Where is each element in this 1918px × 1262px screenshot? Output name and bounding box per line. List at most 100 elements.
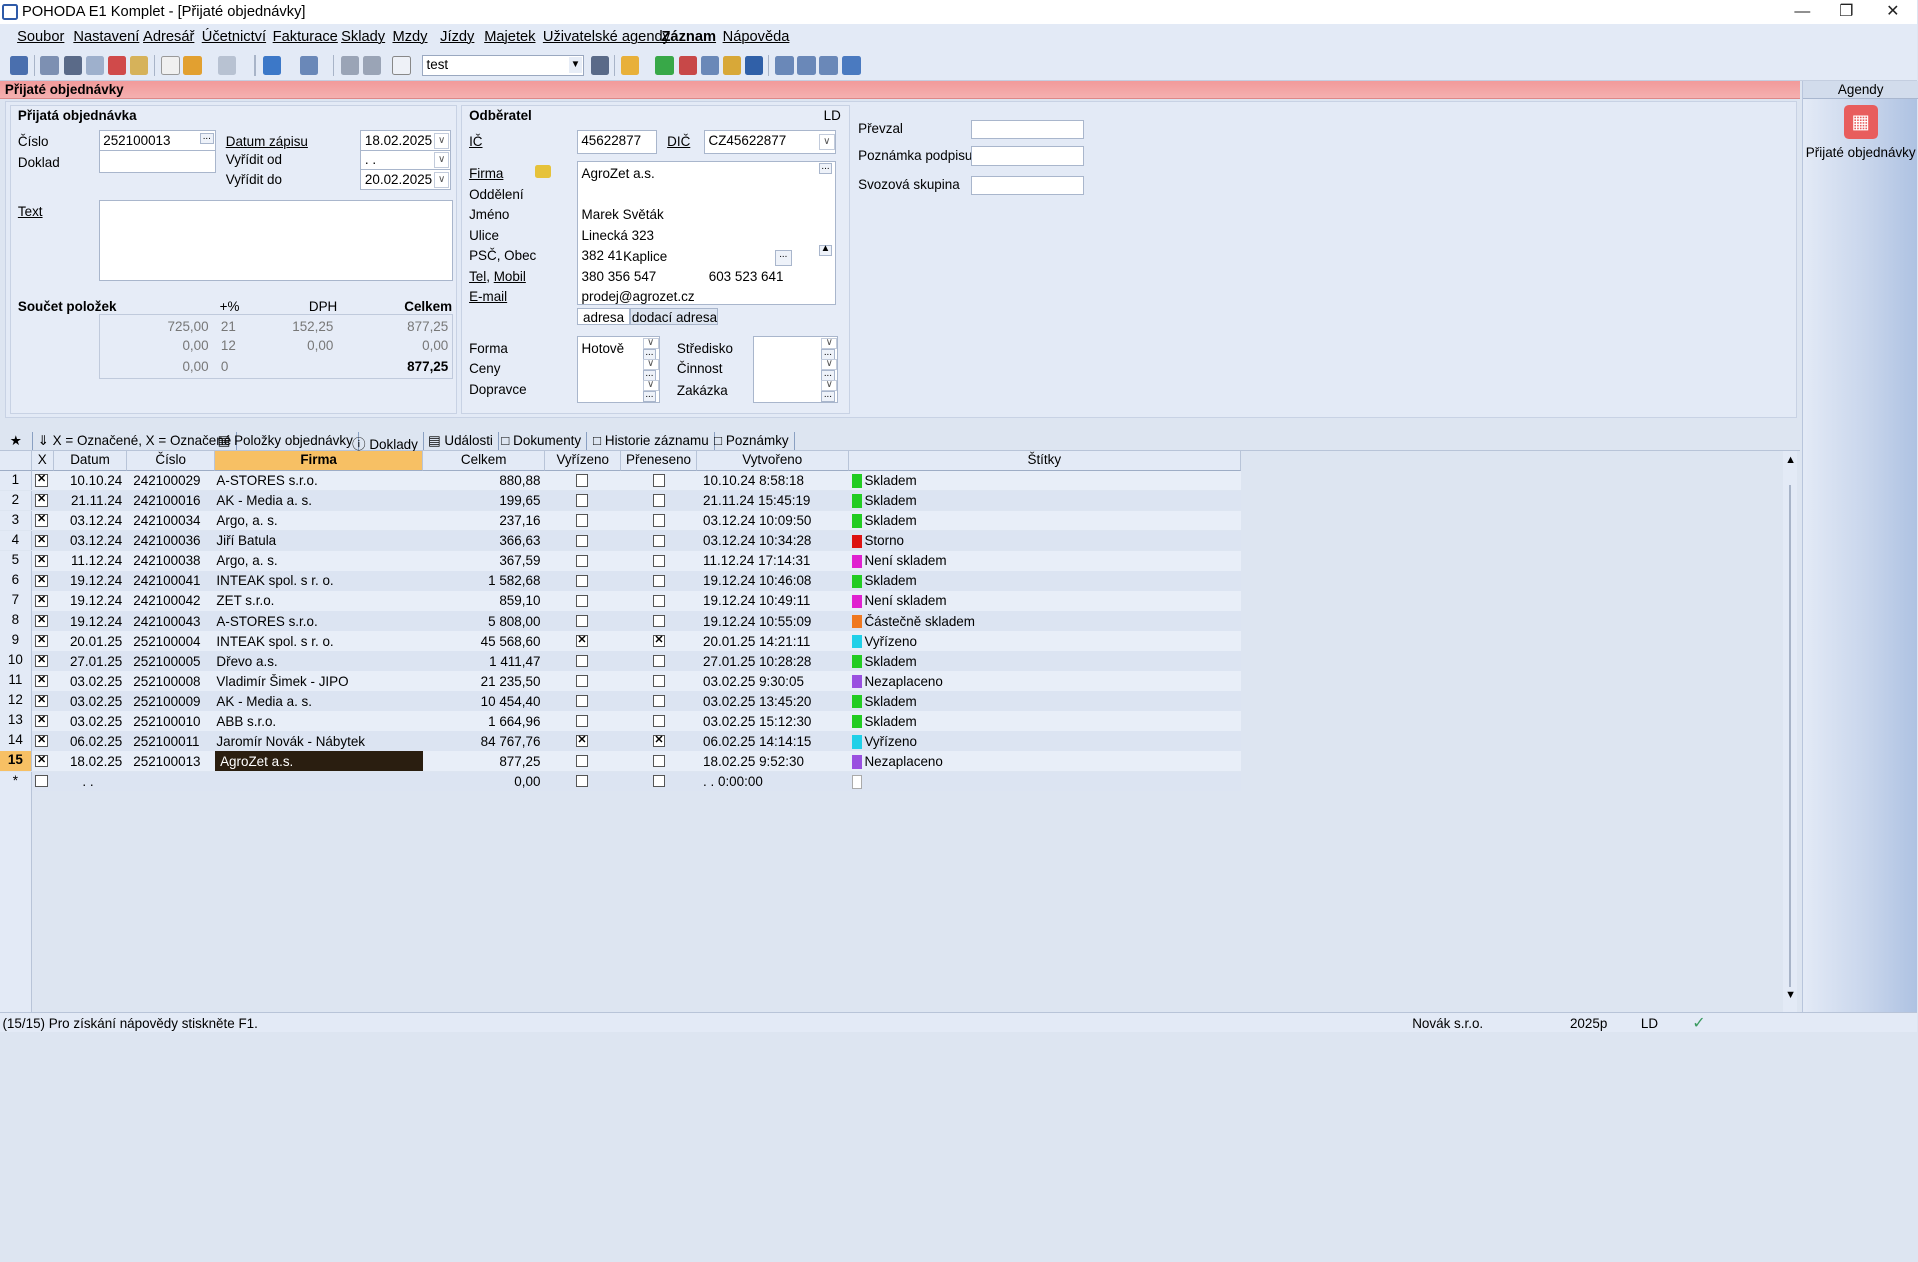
column-header-stitky[interactable]: Štítky xyxy=(848,451,1242,471)
row-mark-checkbox[interactable]: ✕ xyxy=(35,674,48,688)
toolbar-combo[interactable]: test ▼ xyxy=(421,55,585,76)
row-mark-checkbox[interactable]: ✕ xyxy=(35,614,48,627)
vyrizeno-checkbox[interactable] xyxy=(575,694,589,708)
vyridit-do-dropdown[interactable]: ∨ xyxy=(433,171,450,188)
dic-dropdown[interactable]: ∨ xyxy=(818,134,835,150)
layout-2-icon[interactable] xyxy=(797,56,816,75)
add-green-icon[interactable] xyxy=(655,56,674,75)
tab-poznamky[interactable]: □ Poznámky xyxy=(709,431,795,450)
column-header-firma[interactable]: Firma xyxy=(215,451,424,471)
menu-napoveda[interactable]: Nápověda xyxy=(723,29,790,45)
ic-input[interactable]: 45622877 xyxy=(576,130,658,154)
edit-icon[interactable] xyxy=(183,56,202,75)
preneseno-checkbox[interactable] xyxy=(652,674,666,688)
row-mark-checkbox[interactable]: ✕ xyxy=(35,514,48,527)
help-icon[interactable] xyxy=(842,56,861,75)
dopravce-more-button[interactable]: ... xyxy=(642,389,657,402)
preneseno-checkbox[interactable] xyxy=(652,574,666,587)
row-mark-checkbox[interactable]: ✕ xyxy=(35,694,48,708)
table-row[interactable]: 10 ✕ 27.01.25 252100005 Dřevo a.s. 1 411,47 27… xyxy=(0,651,1242,671)
save-icon[interactable] xyxy=(341,56,360,75)
menu-majetek[interactable]: Majetek xyxy=(484,29,535,45)
preneseno-checkbox[interactable] xyxy=(652,474,666,487)
prevzal-input[interactable] xyxy=(970,119,1085,140)
column-header-celkem[interactable]: Celkem xyxy=(423,451,546,471)
tab-doklady[interactable]: ⓘ Doklady xyxy=(347,431,424,452)
row-mark-checkbox[interactable]: ✕ xyxy=(35,594,48,607)
row-mark-checkbox[interactable]: ✕ xyxy=(35,715,48,728)
table-row[interactable]: 4 ✕ 03.12.24 242100036 Jiří Batula 366,63 03.1… xyxy=(0,530,1242,551)
vyrizeno-checkbox[interactable] xyxy=(575,494,589,507)
calculator-icon[interactable] xyxy=(700,56,719,75)
preneseno-checkbox[interactable]: ✕ xyxy=(652,634,666,648)
vyrizeno-checkbox[interactable] xyxy=(575,594,589,607)
menu-fakturace[interactable]: Fakturace xyxy=(273,29,338,45)
menu-nastaveni[interactable]: Nastavení xyxy=(73,29,139,45)
delete-icon[interactable] xyxy=(678,56,697,75)
tab-polozky-objednavky[interactable]: ▤ Položky objednávky xyxy=(213,431,359,450)
tab-udalosti[interactable]: ▤ Události xyxy=(423,431,499,450)
menu-mzdy[interactable]: Mzdy xyxy=(392,29,427,45)
menu-uzivatelske-agendy[interactable]: Uživatelské agendy xyxy=(543,29,670,45)
vyridit-od-dropdown[interactable]: ∨ xyxy=(433,152,450,169)
tab-adresa[interactable]: adresa xyxy=(576,307,631,325)
iban-icon[interactable] xyxy=(744,56,763,75)
table-row[interactable]: 11 ✕ 03.02.25 252100008 Vladimír Šimek - JIP… xyxy=(0,671,1242,691)
vyrizeno-checkbox[interactable] xyxy=(575,775,589,788)
table-icon[interactable] xyxy=(217,56,236,75)
layout-3-icon[interactable] xyxy=(819,56,838,75)
jmeno-value[interactable]: Marek Světák xyxy=(582,207,664,222)
chevron-down-icon[interactable]: ▼ xyxy=(568,57,583,74)
table-row[interactable]: 2 ✕ 21.11.24 242100016 AK - Media a. s. 199,6… xyxy=(0,490,1242,511)
new-record-icon[interactable] xyxy=(161,56,180,75)
zakazka-more-button[interactable]: ... xyxy=(821,389,835,402)
preneseno-checkbox[interactable] xyxy=(652,694,666,708)
text-area[interactable] xyxy=(98,200,454,281)
table-row[interactable]: 13 ✕ 03.02.25 252100010 ABB s.r.o. 1 664,96 03… xyxy=(0,711,1242,731)
scroll-bottom-icon[interactable]: ▼ xyxy=(1785,989,1796,1001)
poznamka-podpisu-input[interactable] xyxy=(970,146,1085,167)
column-header-datum[interactable]: Datum xyxy=(53,451,128,471)
minimize-button[interactable]: — xyxy=(1780,0,1824,24)
table-row[interactable]: 9 ✕ 20.01.25 252100004 INTEAK spol. s r. o. 4… xyxy=(0,631,1242,651)
row-mark-checkbox[interactable]: ✕ xyxy=(35,735,48,748)
address-scroll-up[interactable]: ▲ xyxy=(818,244,833,257)
menu-ucetnictvi[interactable]: Účetnictví xyxy=(202,29,266,45)
export-icon[interactable] xyxy=(129,56,148,75)
datum-zapisu-dropdown[interactable]: ∨ xyxy=(433,132,450,149)
preneseno-checkbox[interactable]: ✕ xyxy=(652,735,666,748)
email-value[interactable]: prodej@agrozet.cz xyxy=(582,289,695,304)
firma-more-button[interactable]: ... xyxy=(818,162,833,175)
restore-button[interactable]: ❐ xyxy=(1824,0,1868,24)
table-row[interactable]: 8 ✕ 19.12.24 242100043 A-STORES s.r.o. 5 808,… xyxy=(0,611,1242,631)
row-mark-checkbox[interactable]: ✕ xyxy=(35,755,48,768)
preneseno-checkbox[interactable] xyxy=(652,654,666,668)
save-all-icon[interactable] xyxy=(363,56,382,75)
row-mark-checkbox[interactable]: ✕ xyxy=(35,654,48,668)
vyrizeno-checkbox[interactable]: ✕ xyxy=(575,735,589,748)
column-header-vyrizeno[interactable]: Vyřízeno xyxy=(545,451,622,471)
ulice-value[interactable]: Linecká 323 xyxy=(582,228,654,243)
tab-filter[interactable]: ⇓ X = Označené, X = Označené xyxy=(31,431,238,450)
cislo-more-button[interactable]: ... xyxy=(200,131,214,144)
preneseno-checkbox[interactable] xyxy=(652,775,666,788)
table-row[interactable]: 5 ✕ 11.12.24 242100038 Argo, a. s. 367,59 11.1… xyxy=(0,550,1242,571)
preneseno-checkbox[interactable] xyxy=(652,755,666,768)
row-mark-checkbox[interactable] xyxy=(35,775,48,788)
menu-jizdy[interactable]: Jízdy xyxy=(440,29,474,45)
row-mark-checkbox[interactable]: ✕ xyxy=(35,634,48,648)
menu-sklady[interactable]: Sklady xyxy=(341,29,385,45)
address-book-icon[interactable] xyxy=(535,164,551,179)
row-mark-checkbox[interactable]: ✕ xyxy=(35,474,48,487)
menu-soubor[interactable]: Soubor xyxy=(17,29,64,45)
back-arrow-icon[interactable] xyxy=(262,56,282,75)
table-row[interactable]: 12 ✕ 03.02.25 252100009 AK - Media a. s. 10 4… xyxy=(0,691,1242,711)
forma-value[interactable]: Hotově xyxy=(582,341,625,356)
preneseno-checkbox[interactable] xyxy=(652,554,666,567)
scroll-top-icon[interactable]: ▲ xyxy=(1785,454,1796,466)
navigate-icon[interactable] xyxy=(299,56,318,75)
vertical-scrollbar[interactable]: ▲ ▼ xyxy=(1782,451,1798,1013)
agenda-icon[interactable] xyxy=(9,56,29,75)
preneseno-checkbox[interactable] xyxy=(652,715,666,728)
row-mark-checkbox[interactable]: ✕ xyxy=(35,574,48,587)
